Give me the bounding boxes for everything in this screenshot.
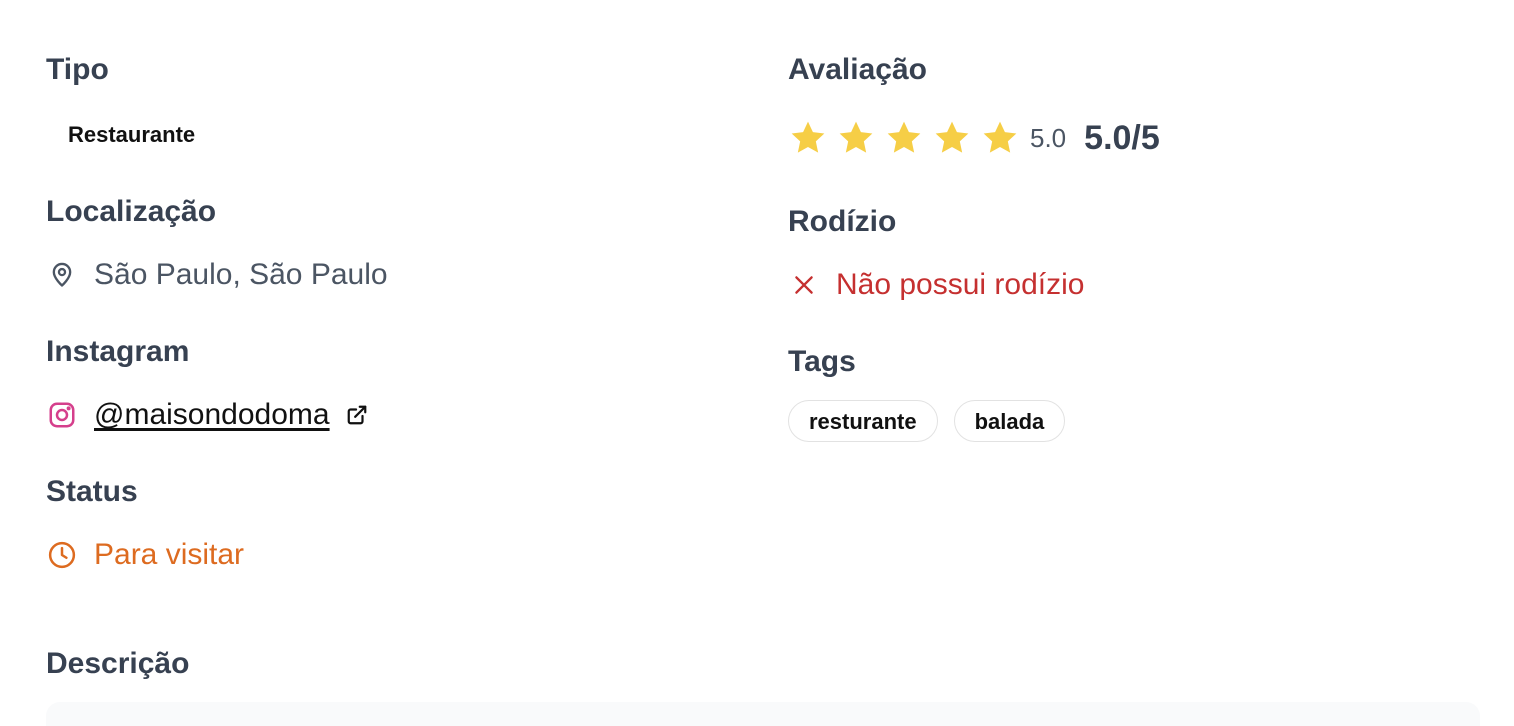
rating-stars bbox=[788, 118, 1028, 158]
localizacao-label: Localização bbox=[46, 195, 217, 228]
localizacao-value-row: São Paulo, São Paulo bbox=[46, 258, 726, 292]
instagram-section: Instagram @maisondodoma bbox=[46, 334, 726, 432]
right-column: Avaliação 5.0 5.0/5 Rodízio Não possui r… bbox=[788, 52, 1468, 442]
star-icon bbox=[887, 121, 921, 153]
rating-score-small: 5.0 bbox=[1030, 122, 1067, 153]
tags-section: Tags resturante balada bbox=[788, 344, 1468, 442]
tipo-value: Restaurante bbox=[68, 122, 196, 147]
instagram-icon bbox=[46, 399, 78, 431]
avaliacao-section: Avaliação 5.0 5.0/5 bbox=[788, 52, 1468, 158]
rodizio-value-row: Não possui rodízio bbox=[788, 268, 1468, 302]
rodizio-label: Rodízio bbox=[788, 205, 897, 238]
rating-row: 5.0 5.0/5 bbox=[788, 118, 1468, 158]
instagram-handle-link[interactable]: @maisondodoma bbox=[94, 398, 330, 432]
star-icon bbox=[839, 121, 873, 153]
avaliacao-label: Avaliação bbox=[788, 53, 927, 86]
star-icon bbox=[983, 121, 1017, 153]
status-label: Status bbox=[46, 475, 138, 508]
star-icon bbox=[935, 121, 969, 153]
rating-score-big: 5.0/5 bbox=[1084, 118, 1160, 157]
external-link-icon[interactable] bbox=[346, 404, 368, 426]
clock-icon bbox=[46, 539, 78, 571]
localizacao-value: São Paulo, São Paulo bbox=[94, 258, 388, 291]
tag-chip[interactable]: resturante bbox=[788, 400, 938, 442]
tipo-label: Tipo bbox=[46, 53, 109, 86]
rodizio-value: Não possui rodízio bbox=[836, 268, 1085, 301]
tags-label: Tags bbox=[788, 345, 856, 378]
descricao-label: Descrição bbox=[46, 647, 190, 680]
rodizio-section: Rodízio Não possui rodízio bbox=[788, 204, 1468, 302]
tipo-value-row: Restaurante bbox=[46, 118, 726, 152]
map-pin-icon bbox=[46, 259, 78, 291]
tags-list: resturante balada bbox=[788, 400, 1468, 442]
localizacao-section: Localização São Paulo, São Paulo bbox=[46, 194, 726, 292]
descricao-box bbox=[46, 702, 1480, 726]
status-value: Para visitar bbox=[94, 538, 245, 571]
instagram-value-row: @maisondodoma bbox=[46, 398, 726, 432]
status-section: Status Para visitar bbox=[46, 474, 726, 572]
instagram-label: Instagram bbox=[46, 335, 190, 368]
tipo-section: Tipo Restaurante bbox=[46, 52, 726, 152]
star-icon bbox=[791, 121, 825, 153]
status-value-row: Para visitar bbox=[46, 538, 726, 572]
left-column: Tipo Restaurante Localização São Paulo, … bbox=[46, 52, 726, 572]
tag-chip[interactable]: balada bbox=[953, 400, 1066, 442]
x-icon bbox=[788, 269, 820, 301]
place-details: Tipo Restaurante Localização São Paulo, … bbox=[0, 0, 1514, 726]
